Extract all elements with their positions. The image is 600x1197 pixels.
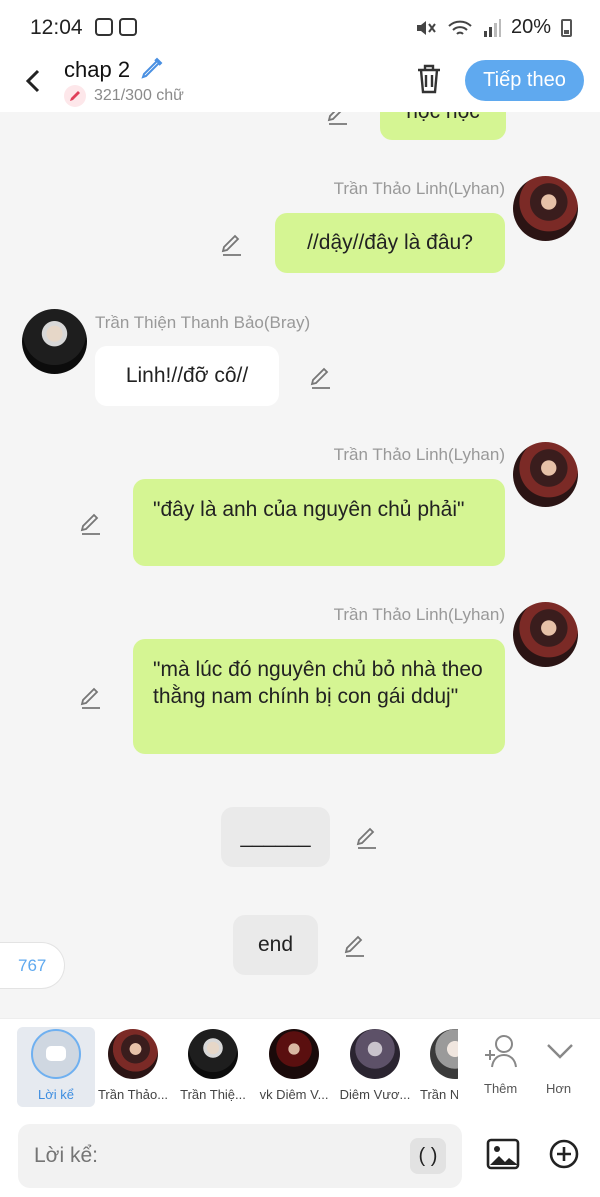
- narration-bubble[interactable]: end: [233, 915, 318, 975]
- message-bubble[interactable]: Linh!//đỡ cô//: [95, 346, 279, 406]
- add-character-icon[interactable]: [482, 1031, 522, 1071]
- narration-text: ______: [240, 825, 311, 848]
- edit-pencil-icon[interactable]: [354, 824, 380, 850]
- sender-name: Trần Thảo Linh(Lyhan): [333, 179, 505, 198]
- more-label[interactable]: Hơn: [546, 1081, 571, 1096]
- edit-pencil-icon[interactable]: [219, 231, 245, 257]
- character-linh[interactable]: Trần Thảo...: [94, 1027, 172, 1107]
- sender-name: Trần Thảo Linh(Lyhan): [333, 605, 505, 624]
- narration-icon: [31, 1029, 81, 1079]
- counter-badge[interactable]: 767: [0, 942, 65, 989]
- character-label: Diêm Vươ...: [339, 1087, 411, 1102]
- image-icon[interactable]: [486, 1138, 520, 1170]
- character-label: Trần Thiệ...: [180, 1087, 246, 1102]
- youtube-notification-icon: [119, 18, 137, 36]
- narration-text: end: [257, 933, 294, 956]
- signal-icon: [483, 18, 501, 37]
- next-button[interactable]: Tiếp theo: [465, 60, 584, 101]
- character-narrator[interactable]: Lời kể: [17, 1027, 95, 1107]
- message-input[interactable]: [18, 1124, 462, 1188]
- wifi-icon: [448, 20, 472, 35]
- character-label: Trần N: [420, 1087, 458, 1102]
- avatar: [430, 1029, 458, 1079]
- message-bubble[interactable]: //dậy//đây là đâu?: [275, 213, 505, 273]
- status-bar: 12:04 20%: [0, 0, 600, 55]
- character-vk-diem[interactable]: vk Diêm V...: [255, 1027, 333, 1107]
- character-strip: Lời kể Trần Thảo... Trần Thiệ... vk Diêm…: [0, 1018, 600, 1114]
- mute-icon: [416, 20, 436, 35]
- character-label: Lời kể: [38, 1087, 74, 1102]
- chat-area: học học Trần Thảo Linh(Lyhan) //dậy//đây…: [0, 112, 600, 1018]
- parenthesis-button[interactable]: ( ): [410, 1138, 446, 1174]
- back-arrow-icon[interactable]: [20, 63, 48, 99]
- message-text: học học: [406, 112, 480, 123]
- plus-circle-icon[interactable]: [548, 1138, 580, 1170]
- sender-name: Trần Thảo Linh(Lyhan): [333, 445, 505, 464]
- character-label: Trần Thảo...: [97, 1087, 169, 1102]
- message-text: "mà lúc đó nguyên chủ bỏ nhà theo thằng …: [153, 658, 483, 708]
- word-count: 321/300 chữ: [94, 87, 184, 104]
- pencil-count-icon: [64, 85, 86, 107]
- edit-pencil-icon[interactable]: [325, 112, 351, 126]
- edit-title-icon[interactable]: [140, 56, 164, 80]
- avatar-linh[interactable]: [513, 442, 578, 507]
- edit-pencil-icon[interactable]: [308, 364, 334, 390]
- sender-name: Trần Thiện Thanh Bảo(Bray): [95, 313, 311, 332]
- message-text: //dậy//đây là đâu?: [307, 231, 473, 254]
- chevron-down-icon[interactable]: [540, 1031, 580, 1071]
- avatar-linh[interactable]: [513, 602, 578, 667]
- message-bubble[interactable]: "đây là anh của nguyên chủ phải": [133, 479, 505, 566]
- status-time: 12:04: [30, 16, 83, 39]
- avatar-linh[interactable]: [513, 176, 578, 241]
- edit-pencil-icon[interactable]: [78, 510, 104, 536]
- avatar: [188, 1029, 238, 1079]
- message-bubble-partial[interactable]: học học: [380, 112, 506, 140]
- edit-pencil-icon[interactable]: [342, 932, 368, 958]
- battery-percent: 20%: [510, 16, 551, 38]
- trash-icon[interactable]: [414, 63, 444, 95]
- avatar-bao[interactable]: [22, 309, 87, 374]
- battery-icon: [561, 18, 572, 37]
- edit-pencil-icon[interactable]: [78, 684, 104, 710]
- character-label: vk Diêm V...: [259, 1087, 329, 1102]
- editor-header: chap 2 321/300 chữ Tiếp theo: [0, 55, 600, 112]
- character-tran-n[interactable]: Trần N: [416, 1027, 458, 1107]
- narration-bubble[interactable]: ______: [221, 807, 330, 867]
- message-bubble[interactable]: "mà lúc đó nguyên chủ bỏ nhà theo thằng …: [133, 639, 505, 754]
- avatar: [350, 1029, 400, 1079]
- message-text: "đây là anh của nguyên chủ phải": [153, 498, 465, 521]
- character-diem-vuong[interactable]: Diêm Vươ...: [336, 1027, 414, 1107]
- avatar: [108, 1029, 158, 1079]
- avatar: [269, 1029, 319, 1079]
- message-text: Linh!//đỡ cô//: [125, 364, 249, 387]
- camera-notification-icon: [95, 18, 113, 36]
- character-bao[interactable]: Trần Thiệ...: [174, 1027, 252, 1107]
- add-character-label[interactable]: Thêm: [484, 1081, 517, 1096]
- input-bar: ( ): [0, 1114, 600, 1197]
- chapter-title[interactable]: chap 2: [64, 57, 130, 83]
